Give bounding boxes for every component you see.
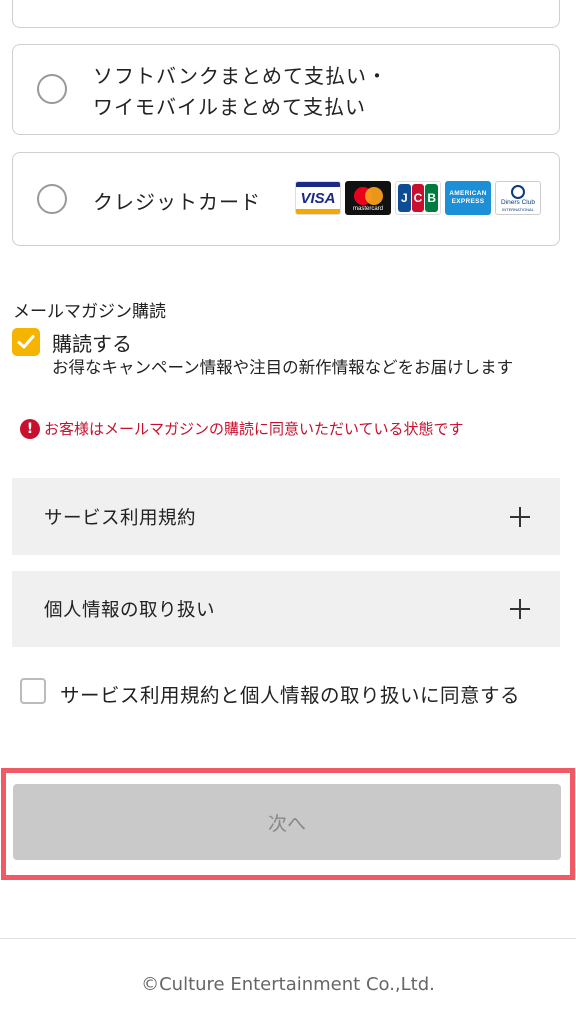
accordion-terms-label: サービス利用規約 xyxy=(44,507,197,529)
payment-option-credit-card[interactable]: クレジットカード VISA mastercard J C B AMERICAN … xyxy=(12,152,560,246)
credit-card-radio[interactable] xyxy=(37,184,67,214)
mastercard-logo-icon: mastercard xyxy=(345,181,391,215)
card-brand-logos: VISA mastercard J C B AMERICAN EXPRESS D… xyxy=(295,181,541,215)
newsletter-notice: ! お客様はメールマガジンの購読に同意いただいている状態です xyxy=(20,418,464,439)
newsletter-notice-text: お客様はメールマガジンの購読に同意いただいている状態です xyxy=(44,420,464,438)
amex-text-2: EXPRESS xyxy=(451,198,485,205)
alert-icon: ! xyxy=(20,418,40,439)
newsletter-heading: メールマガジン購読 xyxy=(13,302,166,322)
footer-divider xyxy=(0,938,576,939)
visa-logo-icon: VISA xyxy=(295,181,341,215)
checkmark-icon xyxy=(17,335,35,349)
agreement-checkbox[interactable] xyxy=(20,678,46,704)
amex-logo-icon: AMERICAN EXPRESS xyxy=(445,181,491,215)
footer-copyright: ©Culture Entertainment Co.,Ltd. xyxy=(141,974,435,995)
expand-plus-icon[interactable] xyxy=(510,506,530,527)
accordion-terms-of-service[interactable]: サービス利用規約 xyxy=(12,478,560,555)
softbank-label-line2: ワイモバイルまとめて支払い xyxy=(93,95,366,119)
payment-option-previous[interactable] xyxy=(12,0,560,28)
accordion-privacy-label: 個人情報の取り扱い xyxy=(44,600,216,621)
jcb-letter-c: C xyxy=(411,184,425,212)
jcb-letter-b: B xyxy=(425,184,439,212)
newsletter-description: お得なキャンペーン情報や注目の新作情報などをお届けします xyxy=(52,358,514,377)
payment-page: ソフトバンクまとめて支払い・ ワイモバイルまとめて支払い クレジットカード VI… xyxy=(0,0,576,1024)
softbank-label-line1: ソフトバンクまとめて支払い・ xyxy=(93,64,388,88)
newsletter-checkbox-label[interactable]: 購読する xyxy=(52,328,132,357)
amex-text-1: AMERICAN xyxy=(449,190,487,197)
expand-plus-icon[interactable] xyxy=(510,599,530,619)
newsletter-checkbox[interactable] xyxy=(12,328,40,356)
softbank-label: ソフトバンクまとめて支払い・ ワイモバイルまとめて支払い xyxy=(93,61,388,123)
next-button[interactable]: 次へ xyxy=(13,784,561,860)
diners-text-1: Diners Club xyxy=(501,199,535,206)
mastercard-text: mastercard xyxy=(352,205,383,212)
credit-card-label: クレジットカード xyxy=(93,190,261,214)
visa-text: VISA xyxy=(300,189,336,207)
accordion-privacy-policy[interactable]: 個人情報の取り扱い xyxy=(12,571,560,647)
jcb-letter-j: J xyxy=(398,184,411,212)
diners-club-logo-icon: Diners Club INTERNATIONAL xyxy=(495,181,541,215)
payment-option-softbank[interactable]: ソフトバンクまとめて支払い・ ワイモバイルまとめて支払い xyxy=(12,44,560,135)
diners-text-2: INTERNATIONAL xyxy=(502,207,534,212)
softbank-radio[interactable] xyxy=(37,74,67,104)
jcb-logo-icon: J C B xyxy=(395,181,441,215)
agreement-label[interactable]: サービス利用規約と個人情報の取り扱いに同意する xyxy=(60,679,520,708)
